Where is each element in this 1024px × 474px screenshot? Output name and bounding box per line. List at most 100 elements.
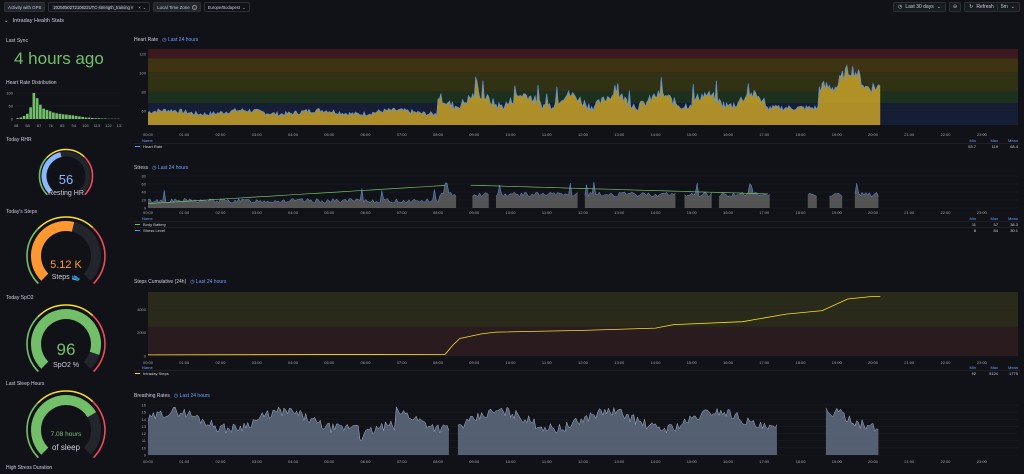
stress-legend: Name Min Max Mean Body Battery 11 57 38.3 Stress… bbox=[134, 216, 1020, 233]
legend-max: 5124 bbox=[989, 371, 998, 376]
x-tick-label: 13:00 bbox=[614, 459, 625, 464]
refresh-icon: ↻ bbox=[969, 4, 974, 10]
legend-series-name: Body Battery bbox=[143, 222, 166, 227]
legend-row[interactable]: Stress Level 8 84 30.1 bbox=[134, 227, 1020, 233]
chevron-down-icon[interactable]: ⌄ bbox=[4, 18, 9, 24]
hr-legend: Name Min Max Mean Heart Rate 53.7 119 68.4 bbox=[134, 138, 1020, 149]
x-tick-label: 01:00 bbox=[179, 210, 190, 215]
x-tick-label: 10:00 bbox=[505, 459, 516, 464]
x-tick-label: 13:00 bbox=[614, 210, 625, 215]
refresh-interval-text[interactable]: 5m bbox=[996, 4, 1008, 10]
x-tick-label: 22:00 bbox=[940, 210, 951, 215]
stress-area bbox=[829, 193, 843, 208]
gps-variable-select[interactable]: 20250502T210622UTC-strength_training × × … bbox=[48, 2, 151, 12]
x-tick-label: 21:00 bbox=[904, 132, 915, 137]
chip-close-icon[interactable]: × bbox=[131, 5, 133, 10]
breath-range-text: Last 24 hours bbox=[179, 393, 210, 399]
threshold-band bbox=[148, 58, 1018, 73]
chevron-down-icon[interactable]: ⌄ bbox=[143, 5, 147, 10]
zoom-out-button[interactable]: ⊖ bbox=[948, 2, 962, 12]
hr-dist-bar bbox=[71, 115, 75, 119]
steps-chart[interactable]: 40002000000:00 01:00 02:00 03:00 04:00 05:00 0… bbox=[134, 288, 1020, 368]
x-tick-label: 17:00 bbox=[759, 459, 770, 464]
hr-time-range: ◷ Last 24 hours bbox=[162, 37, 198, 43]
hr-dist-bar bbox=[97, 118, 101, 119]
x-tick-label: 23:00 bbox=[977, 132, 988, 137]
x-tick-label: 08:00 bbox=[433, 210, 444, 215]
chevron-down-icon[interactable]: ⌄ bbox=[242, 5, 246, 10]
legend-max: 119 bbox=[991, 144, 998, 149]
y-tick-label: 20 bbox=[142, 198, 147, 203]
stress-line bbox=[718, 183, 770, 197]
x-tick-label: 58 bbox=[25, 123, 30, 128]
hr-dist-bar bbox=[48, 111, 52, 119]
x-tick-label: 10:00 bbox=[505, 210, 516, 215]
legend-mean: 68.4 bbox=[1010, 144, 1018, 149]
refresh-button[interactable]: ↻ Refresh 5m ⌄ bbox=[964, 2, 1020, 12]
x-tick-label: 11:00 bbox=[542, 132, 552, 137]
breathing-chart[interactable]: 16 15 14 13 12 11 10 900:00 01:00 02:00 03:00 04:00… bbox=[134, 403, 1020, 471]
y-tick-label: 16 bbox=[142, 403, 147, 408]
x-tick-label: 09:00 bbox=[469, 459, 480, 464]
x-tick-label: 13:00 bbox=[614, 132, 625, 137]
threshold-band bbox=[148, 91, 1018, 104]
steps-time-range: ◷ Last 24 hours bbox=[190, 279, 226, 285]
info-icon[interactable]: i bbox=[191, 4, 197, 10]
hr-dist-bar bbox=[74, 115, 78, 119]
hr-dist-bar bbox=[68, 115, 71, 119]
x-tick-label: 17:00 bbox=[759, 210, 770, 215]
legend-header-max: Max bbox=[990, 216, 998, 221]
legend-mean: 1775 bbox=[1009, 371, 1018, 376]
legend-row[interactable]: Heart Rate 53.7 119 68.4 bbox=[134, 143, 1020, 149]
heart-rate-chart[interactable]: 120 100 80 60 00:00 01:00 02:00 03:00 04:00 05:00… bbox=[134, 45, 1020, 141]
hr-panel-title: Heart Rate bbox=[134, 37, 159, 43]
x-tick-label: 19:00 bbox=[832, 132, 843, 137]
x-tick-label: 12:00 bbox=[578, 132, 589, 137]
steps-panel-header: Steps Cumulative (24h) ◷ Last 24 hours bbox=[134, 279, 226, 285]
clock-icon: ◷ bbox=[173, 393, 179, 399]
x-tick-label: 06:00 bbox=[360, 132, 371, 137]
rhr-title: Today RHR bbox=[6, 137, 32, 143]
hr-dist-bar bbox=[35, 98, 39, 119]
legend-min: 92 bbox=[971, 371, 976, 376]
clear-icon[interactable]: × bbox=[138, 5, 140, 10]
tz-variable-select[interactable]: Europe/Budapest ⌄ bbox=[203, 2, 250, 12]
rhr-value: 56 bbox=[59, 172, 73, 187]
gps-chip[interactable]: 20250502T210622UTC-strength_training × bbox=[52, 4, 135, 10]
x-tick-label: 22:00 bbox=[940, 459, 951, 464]
y-tick-label: 9 bbox=[144, 453, 147, 458]
y-tick-label: 14 bbox=[142, 417, 147, 422]
legend-row[interactable]: Intraday Steps 92 5124 1775 bbox=[134, 370, 1020, 376]
stress-chart[interactable]: 80604020000:00 01:00 02:00 03:00 04:00 05:00 0… bbox=[134, 174, 1020, 218]
y-tick-label: 60 bbox=[142, 182, 147, 187]
time-picker-button[interactable]: ◷ Last 30 days ⌄ bbox=[892, 2, 946, 12]
legend-header-max: Max bbox=[990, 365, 998, 370]
x-tick-label: 12:00 bbox=[578, 459, 589, 464]
chevron-down-icon[interactable]: ⌄ bbox=[1011, 4, 1015, 10]
x-tick-label: 131 bbox=[117, 123, 122, 128]
refresh-text: Refresh bbox=[976, 4, 994, 10]
breathing-area bbox=[457, 407, 777, 455]
stress-area bbox=[584, 182, 676, 208]
rhr-unit: Resting HR bbox=[48, 190, 84, 197]
x-tick-label: 04:00 bbox=[288, 459, 299, 464]
legend-row[interactable]: Body Battery 11 57 38.3 bbox=[134, 221, 1020, 227]
x-tick-label: 04:00 bbox=[288, 132, 299, 137]
row-header[interactable]: ⌄ Intraday Health Stats bbox=[4, 18, 64, 24]
x-tick-label: 21:00 bbox=[904, 459, 915, 464]
y-tick-label: 15 bbox=[142, 410, 147, 415]
spo2-title: Today SpO2 bbox=[6, 295, 34, 301]
legend-series-name: Stress Level bbox=[143, 228, 166, 233]
stress-area bbox=[718, 183, 770, 208]
legend-mean: 30.1 bbox=[1010, 228, 1018, 233]
sleep-gauge: 7.08 hours of sleep bbox=[26, 390, 106, 458]
x-tick-label: 113 bbox=[94, 123, 101, 128]
hr-dist-bar bbox=[81, 116, 84, 119]
y-tick-label: 50 bbox=[9, 104, 14, 109]
legend-series-name: Heart Rate bbox=[143, 144, 163, 149]
x-tick-label: 05:00 bbox=[324, 459, 335, 464]
hr-distribution-chart: 100 50 048 58 67 76 85 94 103 113 122 131 bbox=[6, 91, 122, 129]
legend-header-mean: Mean bbox=[1007, 216, 1018, 221]
legend-min: 8 bbox=[973, 228, 976, 233]
y-tick-label: 80 bbox=[142, 89, 147, 94]
